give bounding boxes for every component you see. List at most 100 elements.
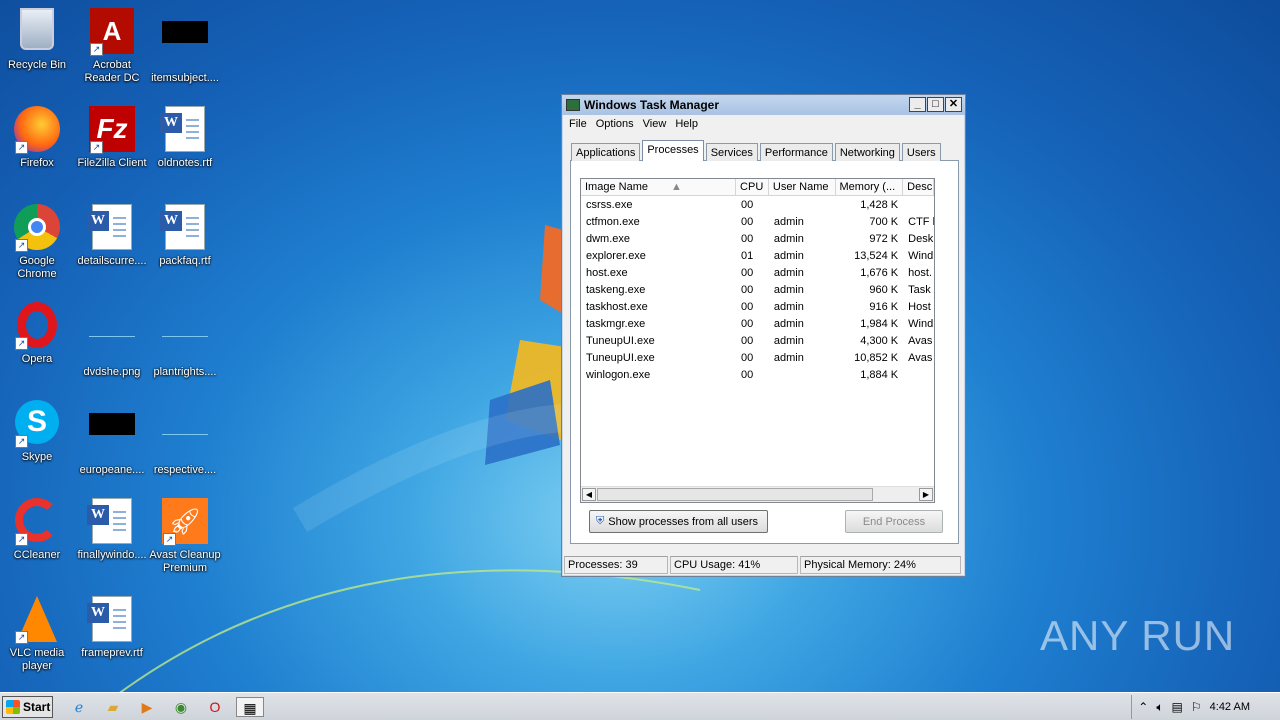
tab-strip: Applications Processes Services Performa… xyxy=(571,140,943,161)
network-icon[interactable]: ▤ xyxy=(1172,700,1183,714)
maximize-button[interactable]: □ xyxy=(927,97,944,112)
desktop-icon[interactable]: 🚀︎ ↗ Avast Cleanup Premium xyxy=(148,498,222,575)
cell-desc: Host xyxy=(908,300,931,313)
cell-name: ctfmon.exe xyxy=(586,215,640,228)
table-row[interactable]: TuneupUI.exe 00 admin 4,300 K Avas xyxy=(581,332,934,349)
desktop-icon-label: VLC media player xyxy=(9,647,65,672)
table-row[interactable]: winlogon.exe 00 1,884 K xyxy=(581,366,934,383)
table-row[interactable]: dwm.exe 00 admin 972 K Desk xyxy=(581,230,934,247)
desktop-icon[interactable]: europeane.... xyxy=(75,400,149,477)
task-manager-window[interactable]: Windows Task Manager _ □ ✕ File Options … xyxy=(561,94,966,577)
desktop-icon-label: oldnotes.rtf xyxy=(157,157,213,169)
table-row[interactable]: TuneupUI.exe 00 admin 10,852 K Avas xyxy=(581,349,934,366)
table-row[interactable]: host.exe 00 admin 1,676 K host. xyxy=(581,264,934,281)
desktop-icon[interactable]: ↗ Firefox xyxy=(0,106,74,170)
start-button[interactable]: Start xyxy=(2,696,53,718)
task-manager-taskbar-icon[interactable]: ▦ xyxy=(236,697,264,717)
show-all-processes-button[interactable]: ⛨ Show processes from all users xyxy=(589,510,768,533)
scroll-right-icon[interactable]: ▶ xyxy=(919,488,933,501)
table-row[interactable]: csrss.exe 00 1,428 K xyxy=(581,196,934,213)
desktop-icon[interactable]: dvdshe.png xyxy=(75,302,149,379)
explorer-folder-icon[interactable]: ▰ xyxy=(102,697,124,717)
tab-services[interactable]: Services xyxy=(705,143,758,161)
show-hidden-icons-icon[interactable]: ⌃ xyxy=(1138,700,1148,714)
desktop-icon[interactable]: Woldnotes.rtf xyxy=(148,106,222,170)
task-manager-icon xyxy=(566,99,580,111)
opera-taskbar-icon[interactable]: O xyxy=(204,697,226,717)
desktop-icon[interactable]: ↗ Google Chrome xyxy=(0,204,74,281)
menu-file[interactable]: File xyxy=(566,118,593,130)
menu-view[interactable]: View xyxy=(640,118,673,130)
column-memory[interactable]: Memory (... xyxy=(836,179,904,195)
desktop-icon[interactable]: Wdetailscurre.... xyxy=(75,204,149,268)
desktop-icon[interactable]: Wfinallywindo.... xyxy=(75,498,149,562)
end-process-button[interactable]: End Process xyxy=(845,510,943,533)
anyrun-watermark: ANY RUN xyxy=(1040,612,1236,659)
table-row[interactable]: explorer.exe 01 admin 13,524 K Wind xyxy=(581,247,934,264)
column-image-name[interactable]: Image Name ▲ xyxy=(581,179,737,195)
clock[interactable]: 4:42 AM xyxy=(1210,701,1250,713)
taskbar: Start ℯ ▰ ▶ ◉ O ▦ ⌃ 🔈︎ ▤ ⚐ 4:42 AM xyxy=(0,692,1280,720)
desktop-icon-label: Acrobat Reader DC xyxy=(84,59,140,84)
media-player-icon[interactable]: ▶ xyxy=(136,697,158,717)
action-center-flag-icon[interactable]: ⚐ xyxy=(1191,700,1202,714)
desktop-icon[interactable]: Wpackfaq.rtf xyxy=(148,204,222,268)
table-row[interactable]: ctfmon.exe 00 admin 700 K CTF l xyxy=(581,213,934,230)
vlc-icon: ↗ xyxy=(13,596,61,644)
horizontal-scrollbar[interactable]: ◀ ▶ xyxy=(581,486,934,502)
cell-user: admin xyxy=(773,215,804,228)
tab-networking[interactable]: Networking xyxy=(834,143,900,161)
internet-explorer-icon[interactable]: ℯ xyxy=(68,697,90,717)
blank-icon xyxy=(161,413,209,461)
scroll-left-icon[interactable]: ◀ xyxy=(582,488,596,501)
uac-shield-icon: ⛨ xyxy=(596,515,605,527)
volume-icon[interactable]: 🔈︎ xyxy=(1156,700,1163,715)
tab-applications[interactable]: Applications xyxy=(571,143,641,161)
column-description[interactable]: Desc xyxy=(903,179,934,195)
cell-cpu: 00 xyxy=(741,300,754,313)
table-row[interactable]: taskhost.exe 00 admin 916 K Host xyxy=(581,298,934,315)
menu-options[interactable]: Options xyxy=(593,118,640,130)
shortcut-arrow-icon: ↗ xyxy=(15,337,28,350)
title-bar[interactable]: Windows Task Manager _ □ ✕ xyxy=(562,95,965,115)
table-row[interactable]: taskmgr.exe 00 admin 1,984 K Wind xyxy=(581,315,934,332)
filezilla-icon: Fz ↗ xyxy=(88,106,136,154)
close-button[interactable]: ✕ xyxy=(945,97,962,112)
column-cpu[interactable]: CPU xyxy=(736,179,769,195)
cell-name: taskhost.exe xyxy=(586,300,648,313)
desktop-icon[interactable]: plantrights.... xyxy=(148,302,222,379)
desktop-icon[interactable]: Wframeprev.rtf xyxy=(75,596,149,660)
cell-desc: Avas xyxy=(908,334,933,347)
desktop-icon[interactable]: ↗ VLC media player xyxy=(0,596,74,673)
desktop-icon[interactable]: S ↗ Skype xyxy=(0,400,74,464)
cell-cpu: 00 xyxy=(741,368,754,381)
process-list[interactable]: Image Name ▲ CPU User Name Memory (... D… xyxy=(580,178,935,503)
desktop-icon-label: packfaq.rtf xyxy=(159,255,211,267)
desktop-icon[interactable]: ↗ Opera xyxy=(0,302,74,366)
tab-users[interactable]: Users xyxy=(901,143,941,161)
desktop-icon[interactable]: Fz ↗ FileZilla Client xyxy=(75,106,149,170)
desktop-icon[interactable]: A ↗ Acrobat Reader DC xyxy=(75,8,149,85)
chrome-taskbar-icon[interactable]: ◉ xyxy=(170,697,192,717)
acrobat-icon: A ↗ xyxy=(88,8,136,56)
desktop-icon[interactable]: Recycle Bin xyxy=(0,8,74,72)
table-row[interactable]: taskeng.exe 00 admin 960 K Task xyxy=(581,281,934,298)
cell-user: admin xyxy=(773,317,804,330)
tab-processes[interactable]: Processes xyxy=(642,140,704,161)
menu-help[interactable]: Help xyxy=(672,118,704,130)
blank-icon xyxy=(88,315,136,363)
desktop-icon-label: FileZilla Client xyxy=(77,157,147,169)
column-user-name[interactable]: User Name xyxy=(769,179,836,195)
desktop-icon[interactable]: respective.... xyxy=(148,400,222,477)
cell-user: admin xyxy=(773,249,804,262)
minimize-button[interactable]: _ xyxy=(909,97,926,112)
cell-cpu: 00 xyxy=(741,351,754,364)
cell-desc: Wind xyxy=(908,249,934,262)
status-processes: Processes: 39 xyxy=(564,556,668,574)
desktop-icon[interactable]: ↗ CCleaner xyxy=(0,498,74,562)
chrome-icon: ↗ xyxy=(13,204,61,252)
tab-performance[interactable]: Performance xyxy=(759,143,833,161)
cell-cpu: 00 xyxy=(741,198,754,211)
scroll-thumb[interactable] xyxy=(597,488,873,501)
desktop-icon[interactable]: itemsubject.... xyxy=(148,8,222,85)
